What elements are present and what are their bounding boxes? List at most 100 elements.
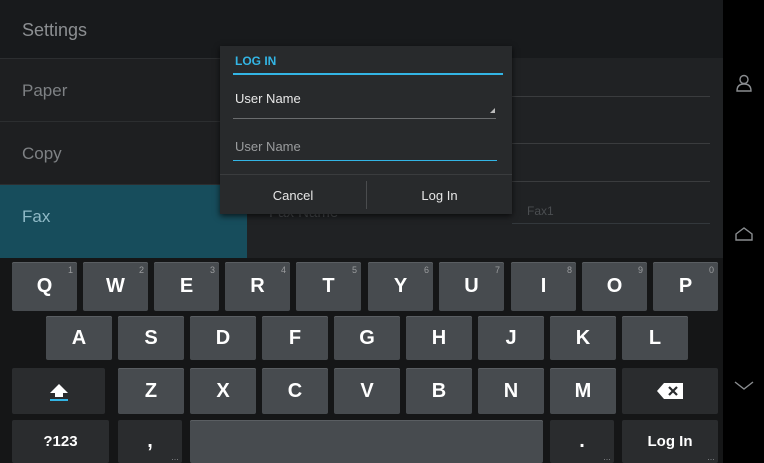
key-label: N: [503, 379, 519, 402]
key-w[interactable]: W2: [83, 262, 148, 311]
key-label: F: [288, 326, 302, 349]
space-key[interactable]: [190, 420, 543, 463]
key-e[interactable]: E3: [154, 262, 219, 311]
key-label: E: [179, 275, 194, 297]
more-dots: …: [171, 453, 179, 462]
back-chevron-icon[interactable]: [723, 371, 764, 401]
dropdown-corner-icon: [490, 108, 495, 113]
divider: [512, 181, 710, 182]
user-name-input[interactable]: [233, 132, 497, 161]
key-label: K: [575, 326, 591, 349]
key-label: P: [678, 275, 693, 297]
key-label: B: [431, 379, 447, 402]
person-icon[interactable]: [723, 68, 764, 98]
key-n[interactable]: N: [478, 368, 544, 414]
key-label: M: [574, 379, 592, 402]
key-o[interactable]: O9: [582, 262, 647, 311]
key-label: O: [606, 275, 623, 297]
key-hint: 4: [280, 265, 286, 275]
key-label: X: [216, 379, 230, 402]
key-label: Y: [393, 275, 408, 297]
key-q[interactable]: Q1: [12, 262, 77, 311]
backspace-key[interactable]: [622, 368, 718, 414]
key-u[interactable]: U7: [439, 262, 504, 311]
key-label: L: [648, 326, 662, 349]
key-a[interactable]: A: [46, 316, 112, 360]
key-m[interactable]: M: [550, 368, 616, 414]
key-label: ,: [147, 430, 153, 452]
soft-keyboard: Q1 W2 E3 R4 T5 Y6 U7 I8 O9 P0 A S D F G …: [0, 258, 723, 463]
key-label: .: [579, 430, 585, 452]
more-dots: …: [707, 453, 715, 462]
key-label: V: [360, 379, 374, 402]
sidebar-item-label: Paper: [22, 81, 68, 100]
user-name-spinner-label[interactable]: User Name: [235, 91, 301, 106]
key-hint: 8: [566, 265, 572, 275]
settings-app: Settings Paper Copy Fax Fax Name Fax1 LO…: [0, 0, 723, 463]
key-hint: 2: [138, 265, 144, 275]
key-label: H: [431, 326, 447, 349]
divider: [512, 223, 710, 224]
more-dots: …: [603, 453, 611, 462]
cancel-button[interactable]: Cancel: [220, 175, 366, 215]
symbols-key[interactable]: ?123: [12, 420, 109, 463]
key-label: Q: [36, 275, 53, 297]
period-key[interactable]: .…: [550, 420, 614, 463]
key-j[interactable]: J: [478, 316, 544, 360]
key-t[interactable]: T5: [296, 262, 361, 311]
divider: [512, 143, 710, 144]
title-divider: [233, 73, 503, 75]
key-z[interactable]: Z: [118, 368, 184, 414]
key-p[interactable]: P0: [653, 262, 718, 311]
sidebar-item-fax[interactable]: Fax: [0, 185, 247, 259]
key-label: D: [215, 326, 231, 349]
key-i[interactable]: I8: [511, 262, 576, 311]
login-dialog: LOG IN User Name Cancel Log In: [220, 46, 512, 214]
key-label: W: [106, 275, 125, 297]
key-f[interactable]: F: [262, 316, 328, 360]
key-v[interactable]: V: [334, 368, 400, 414]
sidebar-item-label: Copy: [22, 144, 62, 163]
key-g[interactable]: G: [334, 316, 400, 360]
key-r[interactable]: R4: [225, 262, 290, 311]
divider: [512, 96, 710, 97]
key-x[interactable]: X: [190, 368, 256, 414]
key-label: R: [250, 275, 265, 297]
shift-key[interactable]: [12, 368, 105, 414]
key-l[interactable]: L: [622, 316, 688, 360]
shift-arrow-icon: [49, 384, 68, 401]
key-label: Log In: [647, 433, 693, 450]
key-label: G: [359, 326, 375, 349]
home-icon[interactable]: [723, 219, 764, 249]
key-hint: 5: [351, 265, 357, 275]
key-s[interactable]: S: [118, 316, 184, 360]
key-b[interactable]: B: [406, 368, 472, 414]
key-y[interactable]: Y6: [368, 262, 433, 311]
key-d[interactable]: D: [190, 316, 256, 360]
dialog-button-row: Cancel Log In: [220, 174, 512, 215]
sidebar-item-copy[interactable]: Copy: [0, 122, 247, 185]
key-hint: 6: [423, 265, 429, 275]
key-label: S: [144, 326, 158, 349]
system-nav-bar: [723, 0, 764, 463]
spinner-underline: [233, 118, 496, 119]
key-c[interactable]: C: [262, 368, 328, 414]
key-hint: 3: [209, 265, 215, 275]
key-k[interactable]: K: [550, 316, 616, 360]
key-hint: 9: [637, 265, 643, 275]
comma-key[interactable]: ,…: [118, 420, 182, 463]
key-label: U: [464, 275, 479, 297]
key-label: J: [505, 326, 517, 349]
key-label: I: [540, 275, 547, 297]
key-hint: 1: [67, 265, 73, 275]
fax-name-value[interactable]: Fax1: [527, 204, 554, 218]
key-label: C: [287, 379, 303, 402]
key-label: Z: [144, 379, 158, 402]
key-label: T: [322, 275, 335, 297]
key-h[interactable]: H: [406, 316, 472, 360]
login-button[interactable]: Log In: [367, 175, 512, 215]
dialog-title: LOG IN: [235, 54, 277, 68]
enter-login-key[interactable]: Log In …: [622, 420, 718, 463]
sidebar-item-paper[interactable]: Paper: [0, 59, 247, 122]
backspace-icon: [657, 383, 683, 399]
